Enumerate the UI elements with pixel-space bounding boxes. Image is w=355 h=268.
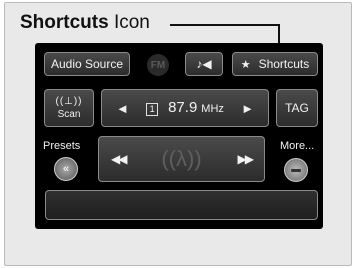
minus-icon xyxy=(291,168,301,172)
scan-button[interactable]: ((⊥)) Scan xyxy=(44,89,94,127)
frequency-unit: MHz xyxy=(201,103,224,115)
tag-label: TAG xyxy=(285,101,309,115)
music-note-icon: ♪◀ xyxy=(196,57,212,71)
tune-down-button[interactable]: ◄ xyxy=(116,101,129,116)
skip-back-icon[interactable]: ◀◀ xyxy=(111,152,128,166)
track-bar: ◀◀ ((λ)) ▶▶ xyxy=(98,136,265,182)
frequency-display: 1 87.9 MHz xyxy=(146,99,224,117)
skip-forward-icon[interactable]: ▶▶ xyxy=(238,152,255,166)
fm-badge: FM xyxy=(147,54,169,76)
callout-rest-text: Icon xyxy=(108,12,150,33)
chevron-left-double-icon: « xyxy=(62,163,70,175)
audio-screen: Audio Source FM ♪◀ ★ Shortcuts ((⊥)) Sca… xyxy=(35,43,323,229)
more-knob[interactable] xyxy=(284,158,308,182)
tag-button[interactable]: TAG xyxy=(276,89,318,127)
music-source-button[interactable]: ♪◀ xyxy=(185,52,223,76)
audio-source-label: Audio Source xyxy=(50,57,124,71)
scan-antenna-icon: ((⊥)) xyxy=(55,96,83,107)
more-label: More... xyxy=(280,140,315,152)
presets-knob[interactable]: « xyxy=(54,157,78,181)
info-bar xyxy=(45,190,318,220)
preset-number: 1 xyxy=(146,102,159,116)
audio-source-button[interactable]: Audio Source xyxy=(44,52,130,76)
fm-badge-label: FM xyxy=(150,59,166,71)
callout-label: Shortcuts Icon xyxy=(20,12,150,34)
star-icon: ★ xyxy=(240,58,251,71)
callout-bold-text: Shortcuts xyxy=(20,12,109,33)
radio-antenna-icon: ((λ)) xyxy=(161,146,202,171)
presets-label: Presets xyxy=(43,140,81,152)
scan-label: Scan xyxy=(57,109,81,120)
tuner-bar: ◄ 1 87.9 MHz ► xyxy=(101,89,269,127)
callout-line-horizontal xyxy=(170,24,280,26)
shortcuts-label: Shortcuts xyxy=(258,57,310,71)
shortcuts-button[interactable]: ★ Shortcuts xyxy=(232,52,318,76)
frequency-value: 87.9 xyxy=(168,99,198,116)
tune-up-button[interactable]: ► xyxy=(241,101,254,116)
